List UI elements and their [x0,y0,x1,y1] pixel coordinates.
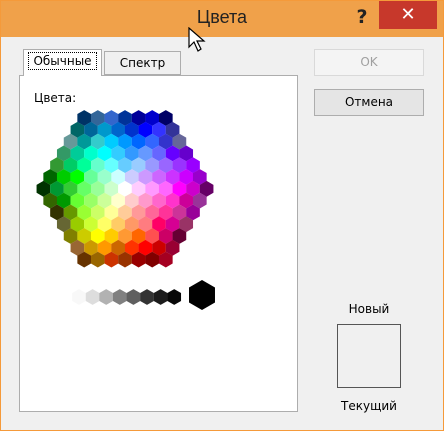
color-dialog: Цвета ? ✕ Обычные Спектр Цвета: OK Отмен… [0,0,444,431]
gray-color-cell[interactable] [72,289,86,305]
mouse-pointer-icon [188,27,206,52]
gray-color-cell[interactable] [99,289,114,305]
black-color-cell[interactable] [189,280,215,310]
color-preview-swatch [337,324,401,388]
ok-button[interactable]: OK [314,49,424,76]
gray-color-cell[interactable] [167,289,182,305]
new-color-label: Новый [348,302,390,316]
gray-color-cell[interactable] [126,289,141,305]
tab-standard-label: Обычные [28,52,97,70]
cancel-button[interactable]: Отмена [314,89,424,116]
gray-color-cell[interactable] [140,289,154,305]
gray-color-cell[interactable] [153,289,168,305]
gray-color-cell[interactable] [85,289,100,305]
current-color-label: Текущий [341,399,397,413]
tab-standard[interactable]: Обычные [23,49,102,76]
gray-color-cell[interactable] [112,289,127,305]
